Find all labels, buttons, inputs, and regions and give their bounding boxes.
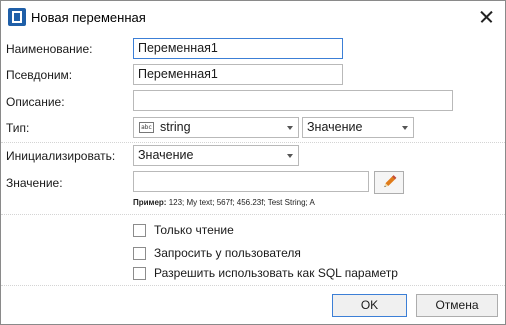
pencil-icon [384,175,397,188]
close-button[interactable] [475,5,499,29]
ask-user-label: Запросить у пользователя [154,246,301,260]
dialog-window: Новая переменная Наименование: Переменна… [0,0,506,325]
readonly-label: Только чтение [154,223,234,237]
chevron-down-icon [402,126,408,130]
value-label: Значение: [6,176,63,190]
example-text: 123; My text; 567f; 456.23f; Test String… [166,198,315,207]
alias-input[interactable]: Переменная1 [133,64,343,85]
chevron-down-icon [287,126,293,130]
type-select[interactable]: abc string [133,117,299,138]
type-label: Тип: [6,121,30,135]
app-logo-icon [8,8,26,26]
sql-param-label: Разрешить использовать как SQL параметр [154,266,398,280]
cancel-button[interactable]: Отмена [416,294,498,317]
type-mode-value: Значение [307,120,363,134]
title-bar: Новая переменная [1,1,505,33]
example-hint: Пример: 123; My text; 567f; 456.23f; Tes… [133,198,315,207]
section-divider [1,142,505,143]
alias-label: Псевдоним: [6,68,73,82]
type-mode-select[interactable]: Значение [302,117,414,138]
chevron-down-icon [287,154,293,158]
description-input[interactable] [133,90,453,111]
description-label: Описание: [6,95,65,109]
type-select-value: string [160,120,191,134]
sql-param-checkbox[interactable] [133,267,146,280]
edit-value-button[interactable] [374,171,404,194]
readonly-checkbox[interactable] [133,224,146,237]
value-input[interactable] [133,171,369,192]
init-label: Инициализировать: [6,149,116,163]
dialog-title: Новая переменная [31,10,146,25]
ask-user-checkbox[interactable] [133,247,146,260]
example-prefix: Пример: [133,198,167,207]
init-select-value: Значение [138,148,194,162]
name-label: Наименование: [6,42,93,56]
init-select[interactable]: Значение [133,145,299,166]
dialog-footer: OK Отмена [1,285,505,324]
section-divider [1,214,505,215]
name-input[interactable]: Переменная1 [133,38,343,59]
ok-button[interactable]: OK [332,294,407,317]
abc-string-icon: abc [139,122,154,133]
